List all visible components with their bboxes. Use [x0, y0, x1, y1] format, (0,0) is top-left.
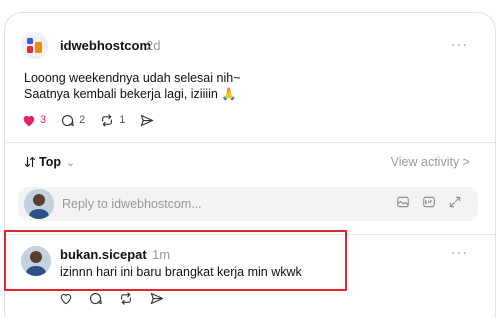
brand-logo-icon — [27, 38, 42, 53]
heart-filled-icon — [23, 115, 35, 126]
comment-count: 2 — [79, 114, 86, 126]
gif-icon[interactable] — [422, 195, 436, 209]
avatar-photo — [24, 189, 54, 219]
image-icon[interactable] — [396, 195, 410, 209]
divider — [4, 142, 496, 143]
comment-more-icon[interactable]: ··· — [451, 244, 468, 260]
commenter-avatar[interactable] — [21, 246, 51, 276]
repost-button[interactable]: 1 — [99, 113, 125, 128]
repost-icon — [121, 291, 131, 305]
send-icon — [150, 292, 164, 304]
comment-like-button[interactable] — [59, 292, 73, 305]
reply-input[interactable]: Reply to idwebhostcom... — [18, 187, 478, 221]
post-actions: 3 2 1 — [22, 111, 169, 129]
post-timestamp: 2d — [146, 38, 161, 53]
view-activity-link[interactable]: View activity > — [391, 155, 470, 169]
brand-avatar[interactable] — [21, 32, 48, 59]
expand-icon[interactable] — [448, 195, 462, 209]
sort-icon — [24, 156, 36, 168]
post-body: Looong weekendnya udah selesai nih~ Saat… — [24, 70, 464, 102]
chevron-down-icon: ⌄ — [65, 156, 76, 169]
comment-reply-button[interactable] — [88, 291, 103, 306]
heart-icon — [60, 293, 72, 304]
comment-timestamp: 1m — [152, 247, 171, 262]
sort-label: Top — [39, 155, 61, 169]
user-avatar — [24, 189, 54, 219]
post-more-icon[interactable]: ··· — [451, 36, 468, 52]
reply-placeholder: Reply to idwebhostcom... — [62, 197, 202, 211]
repost-icon — [102, 113, 113, 127]
avatar-photo — [21, 246, 51, 276]
post-text-line-1: Looong weekendnya udah selesai nih~ — [24, 71, 241, 85]
comment-button[interactable]: 2 — [60, 113, 85, 128]
comment-repost-button[interactable] — [118, 291, 134, 306]
send-icon — [141, 114, 154, 126]
comment-share-button[interactable] — [149, 291, 165, 306]
comment-bubble-icon — [89, 292, 102, 304]
share-button[interactable] — [139, 113, 155, 128]
post-username[interactable]: idwebhostcom — [60, 38, 151, 53]
divider — [4, 234, 496, 235]
reply-attachments — [384, 195, 462, 209]
comment-body: izinnn hari ini baru brangkat kerja min … — [60, 265, 302, 279]
comment-actions — [59, 289, 180, 307]
comment-bubble-icon — [62, 114, 74, 126]
repost-count: 1 — [119, 114, 126, 126]
post-text-line-2: Saatnya kembali bekerja lagi, iziiiin 🙏 — [24, 87, 237, 101]
like-count: 3 — [40, 114, 47, 126]
sort-dropdown[interactable]: Top ⌄ — [24, 155, 75, 169]
like-button[interactable]: 3 — [22, 114, 46, 127]
comment-username[interactable]: bukan.sicepat — [60, 247, 147, 262]
